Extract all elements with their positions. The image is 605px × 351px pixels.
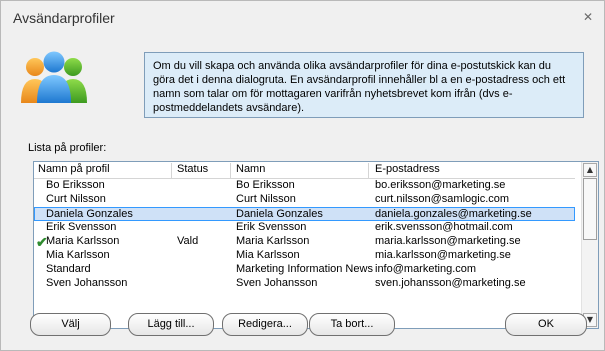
table-row[interactable]: Curt Nilsson Curt Nilsson curt.nilsson@s… bbox=[34, 193, 575, 207]
cell-profile: Sven Johansson bbox=[46, 277, 128, 289]
remove-button[interactable]: Ta bort... bbox=[309, 313, 395, 336]
cell-email: bo.eriksson@marketing.se bbox=[375, 179, 506, 191]
col-divider[interactable] bbox=[230, 163, 231, 179]
cell-profile: Bo Eriksson bbox=[46, 179, 105, 191]
cell-email: erik.svensson@hotmail.com bbox=[375, 221, 513, 233]
list-header: Namn på profil Status Namn E-postadress bbox=[34, 162, 575, 179]
scroll-thumb[interactable] bbox=[583, 178, 597, 240]
cell-profile: Erik Svensson bbox=[46, 221, 117, 233]
list-rows: Bo Eriksson Bo Eriksson bo.eriksson@mark… bbox=[34, 179, 575, 291]
info-box: Om du vill skapa och använda olika avsän… bbox=[144, 52, 584, 118]
col-divider[interactable] bbox=[171, 163, 172, 179]
table-row[interactable]: Sven Johansson Sven Johansson sven.johan… bbox=[34, 277, 575, 291]
dialog-content: Om du vill skapa och använda olika avsän… bbox=[13, 37, 599, 340]
table-row-selected[interactable]: Daniela Gonzales Daniela Gonzales daniel… bbox=[34, 207, 575, 221]
edit-button[interactable]: Redigera... bbox=[222, 313, 308, 336]
cell-email: mia.karlsson@marketing.se bbox=[375, 249, 511, 261]
cell-profile: Daniela Gonzales bbox=[46, 208, 133, 220]
cell-profile: Curt Nilsson bbox=[46, 193, 106, 205]
ok-button[interactable]: OK bbox=[505, 313, 587, 336]
col-divider[interactable] bbox=[368, 163, 369, 179]
cell-name: Marketing Information News bbox=[236, 263, 373, 275]
col-status[interactable]: Status bbox=[177, 163, 208, 175]
cell-name: Sven Johansson bbox=[236, 277, 318, 289]
scroll-up-icon[interactable]: ▲ bbox=[583, 163, 597, 177]
cell-name: Erik Svensson bbox=[236, 221, 307, 233]
cell-profile: Maria Karlsson bbox=[46, 235, 120, 247]
title-bar: Avsändarprofiler ✕ bbox=[1, 1, 604, 37]
list-scrollbar[interactable]: ▲ ▼ bbox=[581, 162, 598, 328]
table-row[interactable]: Mia Karlsson Mia Karlsson mia.karlsson@m… bbox=[34, 249, 575, 263]
profiles-dialog: Avsändarprofiler ✕ Om du vill skapa och … bbox=[0, 0, 605, 351]
col-profile-name[interactable]: Namn på profil bbox=[38, 163, 110, 175]
cell-name: Bo Eriksson bbox=[236, 179, 295, 191]
table-row[interactable]: ✔ Maria Karlsson Vald Maria Karlsson mar… bbox=[34, 234, 575, 250]
close-icon[interactable]: ✕ bbox=[582, 11, 594, 23]
cell-email: maria.karlsson@marketing.se bbox=[375, 235, 521, 247]
cell-profile: Standard bbox=[46, 263, 91, 275]
profiles-avatar-icon bbox=[21, 51, 87, 103]
window-title: Avsändarprofiler bbox=[13, 10, 115, 26]
cell-name: Curt Nilsson bbox=[236, 193, 296, 205]
table-row[interactable]: Erik Svensson Erik Svensson erik.svensso… bbox=[34, 221, 575, 235]
add-button[interactable]: Lägg till... bbox=[128, 313, 214, 336]
cell-email: sven.johansson@marketing.se bbox=[375, 277, 526, 289]
table-row[interactable]: Bo Eriksson Bo Eriksson bo.eriksson@mark… bbox=[34, 179, 575, 193]
profiles-list-label: Lista på profiler: bbox=[28, 142, 107, 154]
col-email[interactable]: E-postadress bbox=[375, 163, 440, 175]
cell-email: info@marketing.com bbox=[375, 263, 477, 275]
cell-name: Maria Karlsson bbox=[236, 235, 310, 247]
cell-status: Vald bbox=[177, 235, 199, 247]
cell-email: daniela.gonzales@marketing.se bbox=[375, 208, 532, 220]
table-row[interactable]: Standard Marketing Information News info… bbox=[34, 263, 575, 277]
cell-name: Daniela Gonzales bbox=[236, 208, 323, 220]
profiles-list[interactable]: Namn på profil Status Namn E-postadress … bbox=[33, 161, 599, 329]
select-button[interactable]: Välj bbox=[30, 313, 111, 336]
cell-profile: Mia Karlsson bbox=[46, 249, 110, 261]
cell-email: curt.nilsson@samlogic.com bbox=[375, 193, 510, 205]
cell-name: Mia Karlsson bbox=[236, 249, 300, 261]
col-name[interactable]: Namn bbox=[236, 163, 265, 175]
